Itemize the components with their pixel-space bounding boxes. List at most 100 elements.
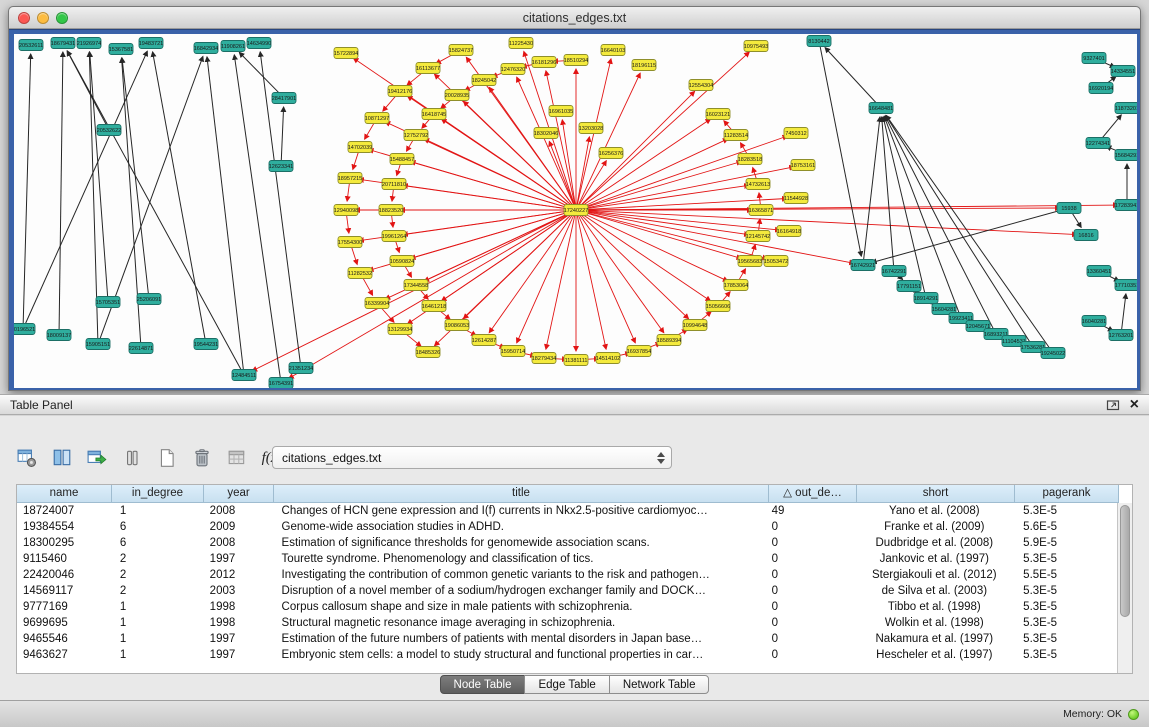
graph-node[interactable]: 16256376	[599, 148, 623, 159]
graph-node[interactable]: 16339904	[365, 298, 389, 309]
graph-node[interactable]: 19565683	[738, 256, 762, 267]
table-row[interactable]: 1830029562008Estimation of significance …	[17, 535, 1117, 551]
graph-node[interactable]: 11381111	[564, 355, 588, 366]
graph-node[interactable]: 22614871	[129, 343, 153, 354]
delete-table-button[interactable]	[189, 445, 215, 471]
table-row[interactable]: 1872400712008Changes of HCN gene express…	[17, 503, 1117, 519]
graph-node[interactable]: 10994648	[683, 320, 707, 331]
graph-node[interactable]: 13129934	[388, 324, 412, 335]
close-panel-icon[interactable]: ×	[1130, 398, 1139, 412]
graph-node[interactable]: 9327401	[1082, 53, 1106, 64]
graph-node[interactable]: 16461218	[422, 301, 446, 312]
table-row[interactable]: 1456911722003Disruption of a novel membe…	[17, 583, 1117, 599]
graph-node[interactable]: 15056606	[706, 301, 730, 312]
graph-node[interactable]: 16816	[1074, 230, 1098, 241]
graph-node[interactable]: 16754391	[269, 378, 293, 389]
graph-node[interactable]: 10196521	[14, 324, 35, 335]
table-row[interactable]: 911546021997Tourette syndrome. Phenomeno…	[17, 551, 1117, 567]
graph-node[interactable]: 20532622	[97, 125, 121, 136]
graph-node[interactable]: 11873201	[1115, 103, 1137, 114]
graph-node[interactable]: 13360451	[1087, 266, 1111, 277]
graph-node[interactable]: 18302046	[534, 128, 558, 139]
table-row[interactable]: 946554611997Estimation of the future num…	[17, 631, 1117, 647]
graph-node[interactable]: 25206091	[137, 294, 161, 305]
graph-node[interactable]: 20532611	[19, 40, 43, 51]
graph-node[interactable]: 12554304	[689, 80, 713, 91]
column-header-name[interactable]: name	[17, 485, 112, 503]
graph-node[interactable]: 19245022	[1041, 348, 1065, 359]
graph-node[interactable]: 16164918	[777, 226, 801, 237]
table-row[interactable]: 946362711997Embryonic stem cells: a mode…	[17, 647, 1117, 663]
graph-node[interactable]: 11908261	[221, 41, 245, 52]
tab-network-table[interactable]: Network Table	[609, 675, 710, 694]
graph-node[interactable]: 17344558	[404, 280, 428, 291]
graph-node[interactable]: 15705351	[96, 297, 120, 308]
table-row[interactable]: 2242004622012Investigating the contribut…	[17, 567, 1117, 583]
graph-node[interactable]: 16842934	[194, 43, 218, 54]
graph-node[interactable]: 16937854	[627, 346, 651, 357]
graph-node[interactable]: 13203028	[579, 123, 603, 134]
graph-node[interactable]: 12763201	[1109, 330, 1133, 341]
graph-node[interactable]: 11283514	[724, 130, 748, 141]
table-row[interactable]: 1938455462009Genome-wide association stu…	[17, 519, 1117, 535]
tab-edge-table[interactable]: Edge Table	[524, 675, 609, 694]
graph-node[interactable]: 21351234	[289, 363, 313, 374]
select-columns-button[interactable]	[49, 445, 75, 471]
network-canvas[interactable]: 1724022718510294161812961247632018245042…	[14, 34, 1137, 388]
graph-node[interactable]: 18245042	[472, 75, 496, 86]
graph-node[interactable]: 15905151	[86, 339, 110, 350]
graph-node[interactable]: 17240227	[564, 205, 588, 216]
graph-node[interactable]: 17283941	[1115, 200, 1137, 211]
graph-node[interactable]: 16640103	[601, 45, 625, 56]
graph-node[interactable]: 11282532	[348, 268, 372, 279]
graph-node[interactable]: 12940098	[334, 205, 358, 216]
graph-node[interactable]: 10590824	[390, 256, 414, 267]
graph-node[interactable]: 19412176	[388, 86, 412, 97]
graph-node[interactable]: 10871297	[365, 113, 389, 124]
graph-node[interactable]: 15950714	[501, 346, 525, 357]
graph-node[interactable]: 17554300	[338, 237, 362, 248]
column-header-pagerank[interactable]: pagerank	[1015, 485, 1119, 503]
graph-node[interactable]: 19961264	[382, 231, 406, 242]
graph-node[interactable]: 16648481	[869, 103, 893, 114]
graph-node[interactable]: 18679431	[51, 38, 75, 49]
tab-node-table[interactable]: Node Table	[440, 675, 526, 694]
scrollbar-thumb[interactable]	[1120, 505, 1130, 617]
graph-node[interactable]: 15824737	[449, 45, 473, 56]
graph-node[interactable]: 18283518	[738, 154, 762, 165]
table-row[interactable]: 969969511998Structural magnetic resonanc…	[17, 615, 1117, 631]
graph-node[interactable]: 14334551	[1111, 66, 1135, 77]
table-settings-button[interactable]	[14, 445, 40, 471]
graph-node[interactable]: 16742921	[851, 260, 875, 271]
graph-node[interactable]: 14732613	[746, 179, 770, 190]
graph-node[interactable]: 16961035	[549, 106, 573, 117]
graph-node[interactable]: 16023121	[706, 109, 730, 120]
graph-node[interactable]: 16920194	[1089, 83, 1113, 94]
graph-node[interactable]: 12274341	[1086, 138, 1110, 149]
graph-node[interactable]: 7450312	[784, 128, 808, 139]
graph-node[interactable]: 18279434	[532, 353, 556, 364]
graph-node[interactable]: 11225430	[509, 38, 533, 49]
graph-node[interactable]: 20028935	[445, 90, 469, 101]
window-titlebar[interactable]: citations_edges.txt	[9, 7, 1140, 29]
zoom-button[interactable]	[56, 12, 68, 24]
graph-node[interactable]: 10975493	[744, 41, 768, 52]
graph-node[interactable]: 12623341	[269, 161, 293, 172]
graph-node[interactable]: 14514102	[596, 353, 620, 364]
graph-node[interactable]: 15938	[1057, 203, 1081, 214]
graph-node[interactable]: 14702039	[348, 142, 372, 153]
graph-node[interactable]: 16113677	[416, 63, 440, 74]
column-header-in_degree[interactable]: in_degree	[112, 485, 204, 503]
graph-node[interactable]: 16365871	[749, 205, 773, 216]
graph-node[interactable]: 17791151	[897, 281, 921, 292]
graph-node[interactable]: 18589394	[657, 335, 681, 346]
graph-node[interactable]: 15488457	[390, 154, 414, 165]
import-table-button[interactable]	[224, 445, 250, 471]
new-document-button[interactable]	[154, 445, 180, 471]
graph-node[interactable]: 12752792	[404, 130, 428, 141]
graph-node[interactable]: 18957215	[338, 173, 362, 184]
graph-node[interactable]: 12614287	[472, 335, 496, 346]
graph-node[interactable]: 16040281	[1082, 316, 1106, 327]
minimize-button[interactable]	[37, 12, 49, 24]
column-header-out_de[interactable]: △ out_de…	[769, 485, 857, 503]
